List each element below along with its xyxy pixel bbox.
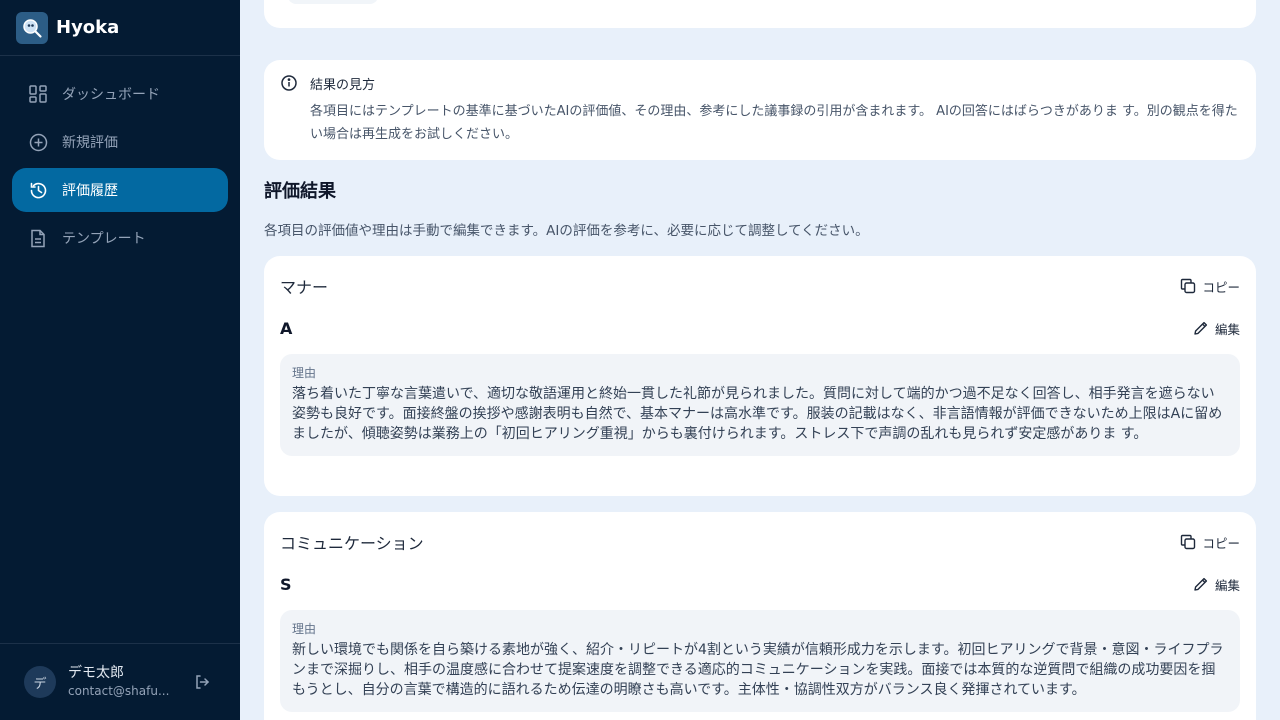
info-icon <box>281 75 297 91</box>
edit-button[interactable]: 編集 <box>1193 319 1240 338</box>
plus-circle-icon <box>28 132 48 152</box>
dashboard-icon <box>28 84 48 104</box>
results-description: 各項目の評価値や理由は手動で編集できます。AIの評価を参考に、必要に応じて調整し… <box>264 223 869 239</box>
copy-icon <box>1181 534 1196 550</box>
history-icon <box>28 180 48 200</box>
avatar[interactable]: デ <box>24 666 56 698</box>
sidebar-item-dashboard[interactable]: ダッシュボード <box>12 72 228 116</box>
edit-label: 編集 <box>1214 321 1240 337</box>
app-name: Hyoka <box>56 17 120 38</box>
evaluation-name: コミュニケーション <box>280 534 424 553</box>
user-name: デモ太郎 <box>68 665 124 681</box>
logo-icon <box>16 11 48 44</box>
user-profile: デ デモ太郎 contact@shafu... <box>0 643 240 720</box>
reason-box: 理由 落ち着いた丁寧な言葉遣いで、適切な敬語運用と終始一貫した礼節が見られました… <box>280 354 1240 456</box>
sidebar-item-label: ダッシュボード <box>62 87 160 103</box>
document-icon <box>28 228 48 248</box>
sidebar-item-label: 評価履歴 <box>62 183 118 199</box>
info-body: 各項目にはテンプレートの基準に基づいたAIの評価値、その理由、参考にした議事録の… <box>310 104 1238 142</box>
reason-box: 理由 新しい環境でも関係を自ら築ける素地が強く、紹介・リピートが4割という実績が… <box>280 610 1240 712</box>
evaluation-card: コミュニケーション コピー S 編集 理由 新しい環境でも関係を自ら築ける素地が… <box>264 512 1256 720</box>
reason-text[interactable]: 落ち着いた丁寧な言葉遣いで、適切な敬語運用と終始一貫した礼節が見られました。質問… <box>292 384 1228 444</box>
previous-card-element <box>288 0 378 4</box>
sidebar-item-templates[interactable]: テンプレート <box>12 216 228 260</box>
reason-label: 理由 <box>292 622 317 636</box>
reason-label: 理由 <box>292 366 317 380</box>
logout-button[interactable] <box>192 672 212 692</box>
copy-icon <box>1181 278 1196 294</box>
user-info: デモ太郎 contact@shafu... <box>68 664 180 700</box>
copy-label: コピー <box>1202 279 1240 295</box>
pencil-icon <box>1194 321 1208 335</box>
sidebar-item-history[interactable]: 評価履歴 <box>12 168 228 212</box>
sidebar-nav: ダッシュボード 新規評価 評価履歴 テンプレート <box>0 56 240 280</box>
sidebar-item-label: 新規評価 <box>62 135 118 151</box>
evaluation-grade[interactable]: A <box>280 319 292 338</box>
pencil-icon <box>1194 577 1208 591</box>
evaluation-card: マナー コピー A 編集 理由 落ち着いた丁寧な言葉遣いで、適切な敬語運用と終始… <box>264 256 1256 496</box>
evaluation-grade[interactable]: S <box>280 575 292 594</box>
evaluation-name: マナー <box>280 278 329 297</box>
info-title: 結果の見方 <box>310 77 376 93</box>
brand[interactable]: Hyoka <box>0 0 240 56</box>
info-panel: 結果の見方 各項目にはテンプレートの基準に基づいたAIの評価値、その理由、参考に… <box>264 60 1256 160</box>
edit-button[interactable]: 編集 <box>1193 575 1240 594</box>
copy-button[interactable]: コピー <box>1180 533 1240 552</box>
previous-card <box>264 0 1256 28</box>
sidebar-item-new-evaluation[interactable]: 新規評価 <box>12 120 228 164</box>
sidebar-item-label: テンプレート <box>62 231 146 247</box>
edit-label: 編集 <box>1214 577 1240 593</box>
sidebar: Hyoka ダッシュボード 新規評価 評価履歴 テンプレート デ デモ太郎 co… <box>0 0 240 720</box>
user-email: contact@shafu... <box>68 684 170 698</box>
reason-text[interactable]: 新しい環境でも関係を自ら築ける素地が強く、紹介・リピートが4割という実績が信頼形… <box>292 640 1228 700</box>
results-title: 評価結果 <box>264 181 336 202</box>
copy-label: コピー <box>1202 535 1240 551</box>
main-content: 結果の見方 各項目にはテンプレートの基準に基づいたAIの評価値、その理由、参考に… <box>240 0 1280 720</box>
copy-button[interactable]: コピー <box>1180 277 1240 296</box>
logout-icon <box>196 675 210 689</box>
